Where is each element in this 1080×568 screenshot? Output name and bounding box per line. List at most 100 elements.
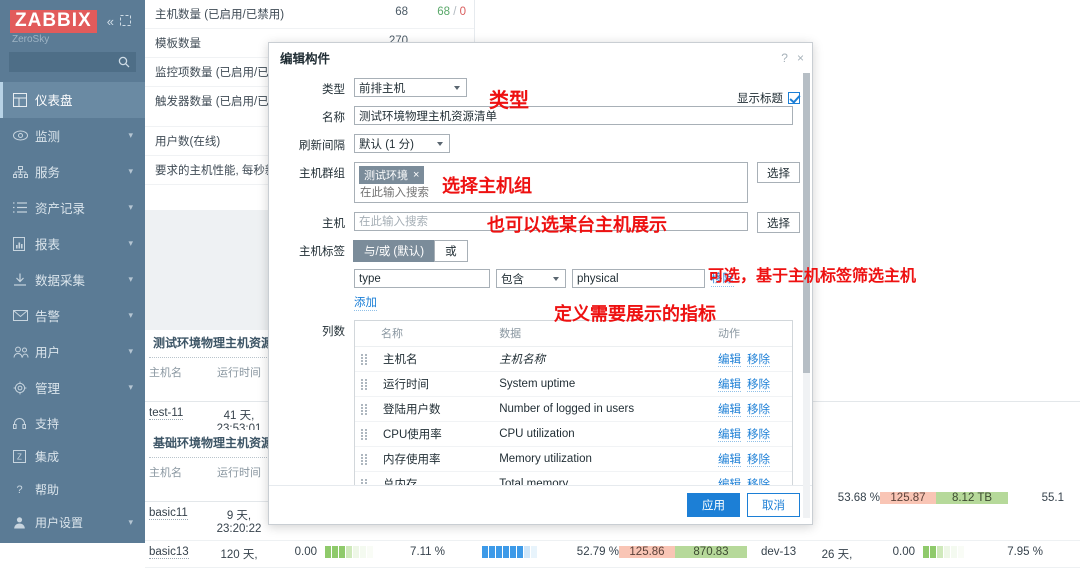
uptime-days: 120 天, [220, 549, 258, 561]
chip-remove-icon[interactable]: × [413, 169, 419, 181]
edit-column-link[interactable]: 编辑 [718, 354, 741, 367]
sidebar-item-support[interactable]: 支持 [0, 407, 145, 440]
dashboard-icon [13, 92, 35, 107]
col-header[interactable]: 运行时间 [209, 364, 269, 396]
col-header[interactable]: 运行时间 [209, 464, 269, 496]
drag-handle-icon[interactable] [361, 379, 375, 391]
sidebar-item-reports[interactable]: 报表 ▾ [0, 226, 145, 262]
mem-pct: 53.68 % [837, 492, 880, 504]
cpu-bar [915, 546, 989, 558]
host-groups-multiselect[interactable]: 测试环境 × [354, 162, 748, 203]
sidebar-item-data-collection[interactable]: 数据采集 ▾ [0, 262, 145, 298]
zabbix-logo[interactable]: ZABBIX [10, 10, 97, 33]
col-header-name: 名称 [355, 321, 494, 347]
col-header[interactable]: 主机名 [149, 464, 209, 496]
sysinfo-row: 主机数量 (已启用/已禁用) 68 68 / 0 [145, 0, 474, 29]
sidebar-item-alerts[interactable]: 告警 ▾ [0, 298, 145, 334]
tag-eval-or[interactable]: 或 [434, 240, 468, 262]
remove-column-link[interactable]: 移除 [747, 379, 770, 392]
refresh-interval-select[interactable]: 默认 (1 分) [354, 134, 450, 153]
close-icon[interactable]: × [797, 51, 804, 65]
apply-button[interactable]: 应用 [687, 493, 740, 517]
edit-column-link[interactable]: 编辑 [718, 479, 741, 485]
tag-add-link[interactable]: 添加 [354, 294, 377, 311]
chevron-down-icon: ▾ [128, 166, 133, 177]
disk-space-cell: 870.83 [675, 546, 747, 558]
cancel-button[interactable]: 取消 [747, 493, 800, 517]
sidebar-item-label: 资产记录 [35, 202, 86, 217]
tag-name-input[interactable] [354, 269, 490, 288]
table-row: CPU使用率 CPU utilization 编辑 移除 [355, 421, 792, 447]
chip-label: 测试环境 [364, 170, 408, 182]
col-header-action: 动作 [712, 321, 792, 347]
sidebar-search[interactable] [9, 51, 136, 72]
remove-column-link[interactable]: 移除 [747, 354, 770, 367]
chevron-down-icon: ▾ [128, 238, 133, 249]
drag-handle-icon[interactable] [361, 404, 375, 416]
host-link[interactable]: basic11 [149, 507, 209, 520]
sidebar-item-help[interactable]: ? 帮助 [0, 473, 145, 506]
widget-type-select[interactable]: 前排主机 [354, 78, 467, 97]
cpu-pct: 7.95 % [1007, 546, 1043, 558]
host-group-chip[interactable]: 测试环境 × [359, 166, 425, 184]
table-row: basic13 120 天, 0.00 7.11 % 52.79 % 125.8… [145, 541, 1080, 568]
search-input[interactable] [15, 53, 107, 70]
edit-column-link[interactable]: 编辑 [718, 404, 741, 417]
remove-column-link[interactable]: 移除 [747, 404, 770, 417]
tag-eval-and-or[interactable]: 与/或 (默认) [353, 240, 436, 262]
uptime-cell: 120 天, [209, 546, 269, 562]
column-data: Number of logged in users [493, 396, 712, 422]
hide-sidebar-icon[interactable] [120, 14, 131, 29]
collapse-sidebar-icon[interactable]: « [107, 14, 114, 29]
field-control: 名称 数据 动作 主机名 主机名称 编辑 移除 运行时间 System upti… [354, 320, 800, 485]
drag-handle-icon[interactable] [361, 454, 375, 466]
sidebar-item-label: 用户 [35, 346, 61, 361]
tag-value-input[interactable] [572, 269, 705, 288]
column-actions: 编辑 移除 [712, 371, 792, 397]
col-header[interactable]: 主机名 [149, 364, 209, 396]
sysinfo-enabled: 68 [437, 6, 450, 18]
remove-column-link[interactable]: 移除 [747, 429, 770, 442]
sidebar-subtitle: ZeroSky [12, 33, 50, 45]
hosts-select-button[interactable]: 选择 [757, 212, 800, 233]
uptime-days: 9 天, [226, 510, 252, 522]
drag-handle-icon[interactable] [361, 354, 375, 366]
mem-bar [445, 546, 565, 558]
sidebar-item-monitoring[interactable]: 监测 ▾ [0, 118, 145, 154]
sidebar-item-integrations[interactable]: Z 集成 [0, 440, 145, 473]
chevron-down-icon: ▾ [128, 517, 133, 527]
sysinfo-value: 68 [395, 6, 408, 18]
host-link[interactable]: test-11 [149, 407, 209, 420]
field-label: 列数 [322, 326, 345, 338]
sidebar-item-user-settings[interactable]: 用户设置 ▾ [0, 506, 145, 539]
sidebar-item-dashboard[interactable]: 仪表盘 [0, 81, 145, 118]
edit-column-link[interactable]: 编辑 [718, 429, 741, 442]
sidebar-item-users[interactable]: 用户 ▾ [0, 334, 145, 370]
host-groups-search-input[interactable] [359, 184, 728, 200]
column-actions: 编辑 移除 [712, 446, 792, 472]
field-columns: 列数 名称 数据 动作 主机名 主机名称 编辑 移除 运行时间 System u… [269, 320, 800, 485]
help-icon[interactable]: ? [781, 51, 788, 65]
field-label: 主机 [322, 218, 345, 230]
drag-handle-icon[interactable] [361, 479, 375, 485]
host-link[interactable]: basic13 [149, 546, 209, 559]
drag-handle-icon[interactable] [361, 429, 375, 441]
sidebar-item-label: 仪表盘 [35, 94, 73, 109]
columns-box: 名称 数据 动作 主机名 主机名称 编辑 移除 运行时间 System upti… [354, 320, 793, 485]
remove-column-link[interactable]: 移除 [747, 479, 770, 485]
sidebar-item-services[interactable]: 服务 ▾ [0, 154, 145, 190]
sidebar-item-administration[interactable]: 管理 ▾ [0, 370, 145, 406]
remove-column-link[interactable]: 移除 [747, 454, 770, 467]
sidebar-item-inventory[interactable]: 资产记录 ▾ [0, 190, 145, 226]
column-actions: 编辑 移除 [712, 471, 792, 485]
sidebar-item-label: 用户设置 [35, 516, 84, 530]
edit-column-link[interactable]: 编辑 [718, 379, 741, 392]
tag-operator-select[interactable]: 包含 [496, 269, 566, 288]
uptime-clock: 23:20:22 [216, 523, 262, 535]
host-groups-select-button[interactable]: 选择 [757, 162, 800, 183]
widget-name-input[interactable] [354, 106, 793, 125]
host-link[interactable]: dev-13 [747, 546, 807, 558]
field-control [354, 106, 800, 125]
chevron-down-icon: ▾ [128, 130, 133, 141]
edit-column-link[interactable]: 编辑 [718, 454, 741, 467]
